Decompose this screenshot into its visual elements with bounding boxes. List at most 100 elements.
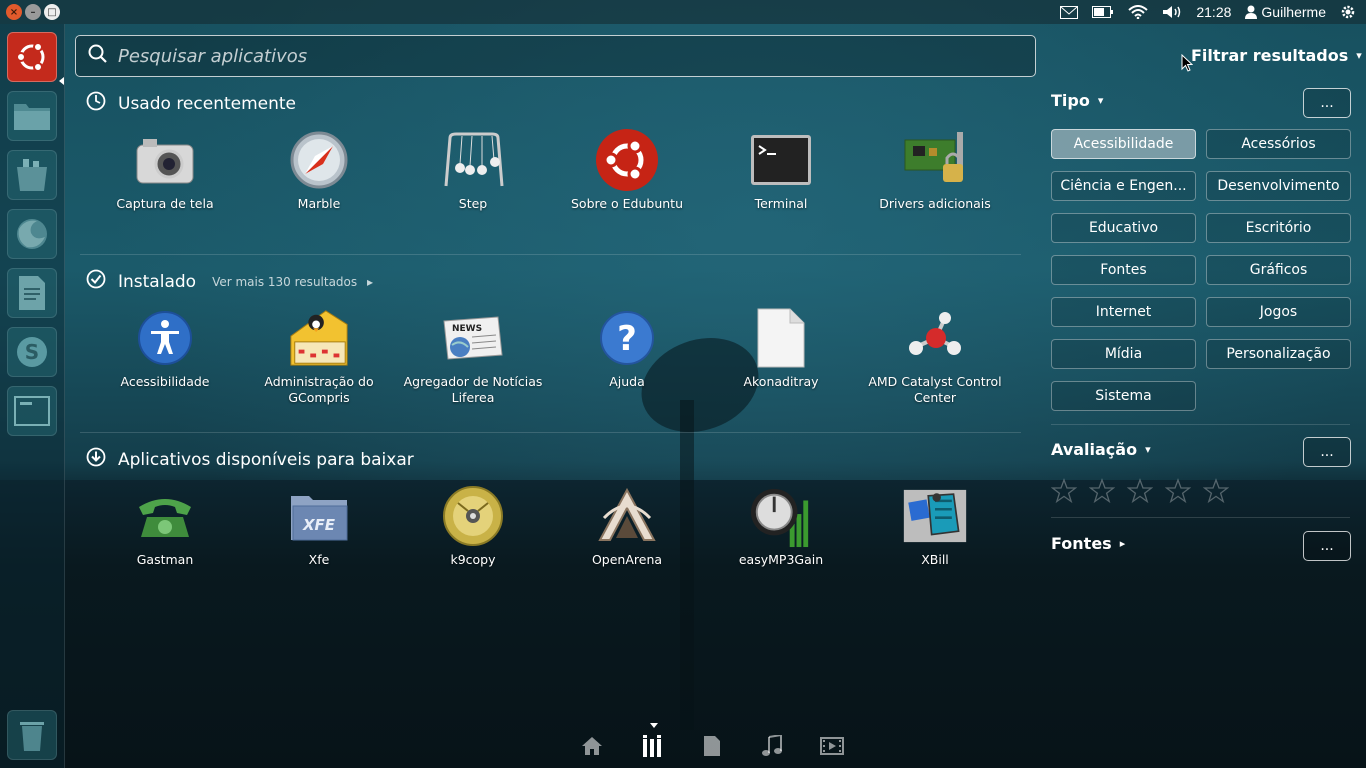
files-icon[interactable] — [7, 91, 57, 141]
star-icon[interactable] — [1089, 478, 1115, 504]
firefox-icon[interactable] — [7, 209, 57, 259]
filter-divider — [1051, 424, 1350, 425]
battery-icon[interactable] — [1092, 6, 1114, 18]
filter-chip-acessorios[interactable]: Acessórios — [1206, 129, 1351, 159]
filter-chip-escritorio[interactable]: Escritório — [1206, 213, 1351, 243]
filter-chip-fontes[interactable]: Fontes — [1051, 255, 1196, 285]
filter-chip-ciencia[interactable]: Ciência e Engen... — [1051, 171, 1196, 201]
chevron-right-icon: ▸ — [366, 274, 374, 289]
filter-chip-internet[interactable]: Internet — [1051, 297, 1196, 327]
star-icon[interactable] — [1165, 478, 1191, 504]
openarena-icon — [595, 484, 659, 548]
app-tile[interactable]: Administração do GCompris — [242, 306, 396, 406]
star-icon[interactable] — [1051, 478, 1077, 504]
newtons-cradle-icon — [441, 128, 505, 192]
rating-stars[interactable] — [1051, 478, 1229, 504]
filter-chip-sistema[interactable]: Sistema — [1051, 381, 1196, 411]
app-tile[interactable]: XFE Xfe — [242, 484, 396, 568]
app-tile[interactable]: ? Ajuda — [550, 306, 704, 406]
app-tile[interactable]: Terminal — [704, 128, 858, 212]
mouse-cursor-icon — [1181, 53, 1194, 76]
applications-lens-icon[interactable] — [640, 734, 664, 758]
gear-icon[interactable] — [1340, 4, 1356, 20]
app-tile[interactable]: OpenArena — [550, 484, 704, 568]
mail-icon[interactable] — [1060, 5, 1079, 19]
gcompris-admin-icon — [287, 306, 351, 370]
download-icon — [86, 447, 106, 472]
filter-fontes-toggle[interactable]: Fontes ▸ — [1051, 534, 1125, 553]
filter-chip-graficos[interactable]: Gráficos — [1206, 255, 1351, 285]
app-tile[interactable]: Drivers adicionais — [858, 128, 1012, 212]
terminal-icon — [749, 128, 813, 192]
section-recent-title: Usado recentemente — [118, 93, 297, 114]
avaliacao-more-button[interactable]: ... — [1303, 437, 1351, 467]
app-label: Acessibilidade — [120, 374, 210, 389]
app-tile[interactable]: NEWS Agregador de Notícias Liferea — [396, 306, 550, 406]
filter-avaliacao-label: Avaliação — [1051, 440, 1138, 459]
filter-avaliacao-toggle[interactable]: Avaliação ▾ — [1051, 440, 1151, 459]
app-tile[interactable]: AMD Catalyst Control Center — [858, 306, 1012, 406]
star-icon[interactable] — [1203, 478, 1229, 504]
minimize-button[interactable]: – — [25, 4, 41, 20]
app-label: Marble — [297, 196, 341, 211]
trash-icon[interactable] — [7, 710, 57, 760]
chevron-down-icon: ▾ — [1356, 49, 1362, 62]
help-icon: ? — [595, 306, 659, 370]
files-lens-icon[interactable] — [700, 734, 724, 758]
app-tile[interactable]: Akonaditray — [704, 306, 858, 406]
clock-icon — [86, 91, 106, 116]
section-available-header[interactable]: Aplicativos disponíveis para baixar — [86, 447, 414, 472]
app-tile[interactable]: XBill — [858, 484, 1012, 568]
skype-icon[interactable]: S — [7, 327, 57, 377]
writer-icon[interactable] — [7, 268, 57, 318]
svg-text:XFE: XFE — [302, 516, 336, 534]
app-tile[interactable]: Marble — [242, 128, 396, 212]
section-recent-header[interactable]: Usado recentemente — [86, 91, 296, 116]
filter-chip-personalizacao[interactable]: Personalização — [1206, 339, 1351, 369]
news-icon: NEWS — [441, 306, 505, 370]
tipo-more-button[interactable]: ... — [1303, 88, 1351, 118]
filter-results-toggle[interactable]: Filtrar resultados ▾ — [1191, 46, 1362, 65]
maximize-button[interactable]: □ — [44, 4, 60, 20]
search-input[interactable] — [118, 45, 998, 67]
wifi-icon[interactable] — [1128, 5, 1149, 19]
app-tile[interactable]: easyMP3Gain — [704, 484, 858, 568]
app-label: Captura de tela — [116, 196, 214, 211]
app-label: Ajuda — [609, 374, 645, 389]
filter-chip-jogos[interactable]: Jogos — [1206, 297, 1351, 327]
app-label: Xfe — [308, 552, 330, 567]
filter-chip-acessibilidade[interactable]: Acessibilidade — [1051, 129, 1196, 159]
search-box[interactable] — [75, 35, 1036, 77]
chevron-down-icon: ▾ — [1097, 94, 1104, 107]
see-more-link[interactable]: Ver mais 130 resultados ▸ — [212, 275, 373, 289]
star-icon[interactable] — [1127, 478, 1153, 504]
music-lens-icon[interactable] — [760, 734, 784, 758]
home-lens-icon[interactable] — [580, 734, 604, 758]
window-controls: × – □ — [6, 4, 60, 20]
see-more-label: Ver mais 130 resultados — [212, 274, 358, 289]
filter-chip-midia[interactable]: Mídia — [1051, 339, 1196, 369]
software-center-icon[interactable] — [7, 150, 57, 200]
section-installed-header[interactable]: Instalado Ver mais 130 resultados ▸ — [86, 269, 373, 294]
workspace-switcher-icon[interactable] — [7, 386, 57, 436]
filter-chip-educativo[interactable]: Educativo — [1051, 213, 1196, 243]
chevron-down-icon: ▾ — [1145, 443, 1151, 456]
app-tile[interactable]: Gastman — [88, 484, 242, 568]
app-label: OpenArena — [591, 552, 663, 567]
app-tile[interactable]: Captura de tela — [88, 128, 242, 212]
app-tile[interactable]: Sobre o Edubuntu — [550, 128, 704, 212]
app-tile[interactable]: Acessibilidade — [88, 306, 242, 406]
filter-tipo-toggle[interactable]: Tipo ▾ — [1051, 91, 1103, 110]
svg-text:?: ? — [617, 319, 637, 359]
app-tile[interactable]: k9copy — [396, 484, 550, 568]
check-circle-icon — [86, 269, 106, 294]
app-tile[interactable]: Step — [396, 128, 550, 212]
user-menu[interactable]: Guilherme — [1245, 4, 1326, 20]
clock[interactable]: 21:28 — [1196, 4, 1231, 20]
video-lens-icon[interactable] — [820, 734, 844, 758]
fontes-more-button[interactable]: ... — [1303, 531, 1351, 561]
ubuntu-dash-icon[interactable] — [7, 32, 57, 82]
filter-chip-desenvolvimento[interactable]: Desenvolvimento — [1206, 171, 1351, 201]
close-button[interactable]: × — [6, 4, 22, 20]
volume-icon[interactable] — [1162, 5, 1182, 19]
